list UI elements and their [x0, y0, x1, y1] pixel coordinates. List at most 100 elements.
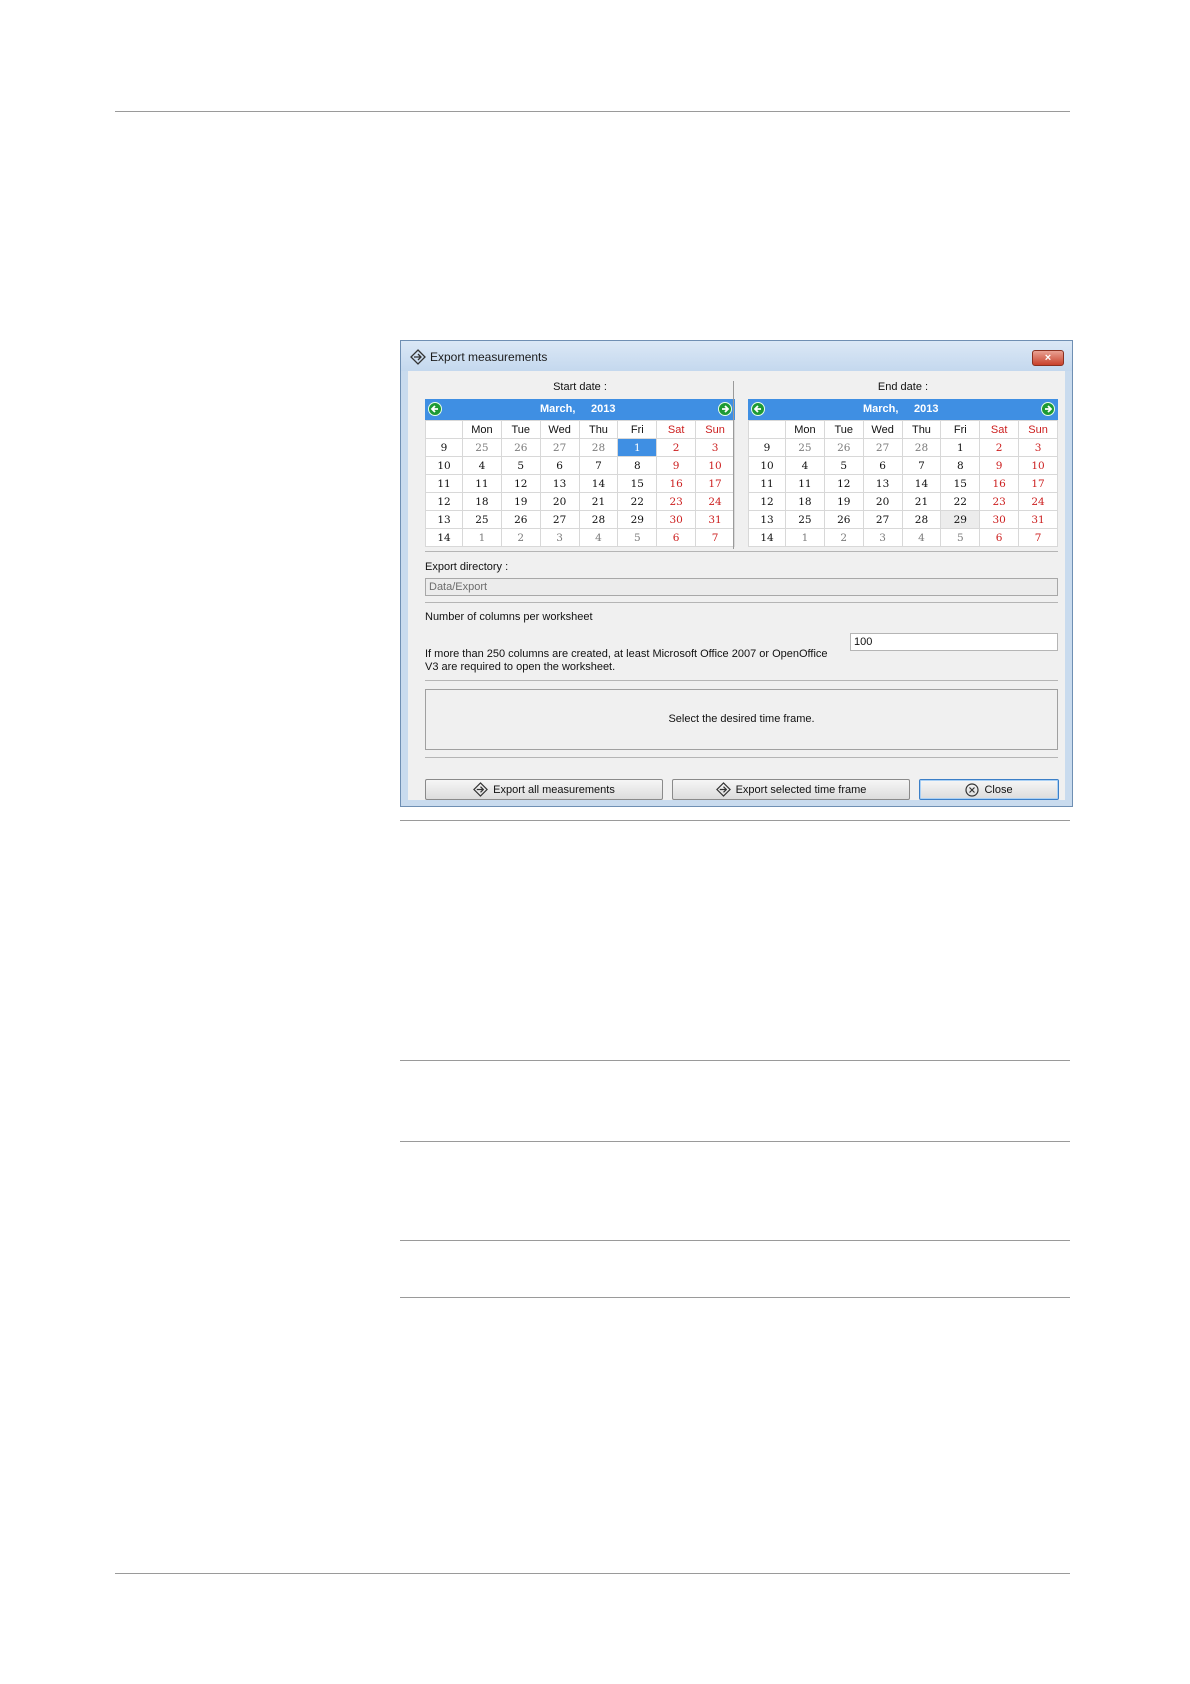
calendar-day[interactable]: 2 — [500, 528, 541, 547]
calendar-day[interactable]: 25 — [462, 510, 502, 529]
calendar-day[interactable]: 3 — [1018, 438, 1058, 457]
calendar-day[interactable]: 28 — [578, 438, 619, 457]
calendar-year[interactable]: 2013 — [914, 403, 938, 415]
calendar-day[interactable]: 15 — [617, 474, 658, 493]
calendar-day[interactable]: 1 — [940, 438, 981, 457]
calendar-day[interactable]: 15 — [940, 474, 981, 493]
prev-month-button[interactable] — [428, 402, 442, 416]
calendar-month[interactable]: March, — [540, 403, 575, 415]
calendar-day[interactable]: 7 — [901, 456, 942, 475]
calendar-month[interactable]: March, — [863, 403, 898, 415]
calendar-day[interactable]: 25 — [785, 438, 825, 457]
calendar-day[interactable]: 23 — [656, 492, 697, 511]
calendar-day[interactable]: 27 — [862, 510, 903, 529]
calendar-day[interactable]: 16 — [656, 474, 697, 493]
calendar-day[interactable]: 1 — [617, 438, 658, 457]
calendar-day[interactable]: 31 — [1018, 510, 1058, 529]
calendar-day[interactable]: 24 — [695, 492, 735, 511]
calendar-day[interactable]: 1 — [785, 528, 825, 547]
calendar-day[interactable]: 6 — [979, 528, 1020, 547]
calendar-day[interactable]: 12 — [823, 474, 864, 493]
calendar-day[interactable]: 17 — [1018, 474, 1058, 493]
calendar-day[interactable]: 19 — [500, 492, 541, 511]
calendar-day[interactable]: 8 — [617, 456, 658, 475]
calendar-day[interactable]: 28 — [901, 438, 942, 457]
calendar-day[interactable]: 5 — [500, 456, 541, 475]
calendar-day[interactable]: 11 — [785, 474, 825, 493]
export-directory-field[interactable]: Data/Export — [425, 578, 1058, 596]
columns-per-worksheet-input[interactable]: 100 — [850, 633, 1058, 651]
calendar-day[interactable]: 26 — [500, 438, 541, 457]
calendar-day[interactable]: 29 — [940, 510, 981, 529]
calendar-day[interactable]: 18 — [462, 492, 502, 511]
calendar-day[interactable]: 3 — [862, 528, 903, 547]
calendar-day[interactable]: 26 — [823, 438, 864, 457]
calendar-day[interactable]: 25 — [785, 510, 825, 529]
calendar-day[interactable]: 8 — [940, 456, 981, 475]
calendar-day[interactable]: 16 — [979, 474, 1020, 493]
calendar-day[interactable]: 27 — [539, 510, 580, 529]
calendar-day[interactable]: 28 — [578, 510, 619, 529]
calendar-day[interactable]: 23 — [979, 492, 1020, 511]
calendar-day[interactable]: 28 — [901, 510, 942, 529]
calendar-day[interactable]: 30 — [656, 510, 697, 529]
export-selected-button[interactable]: Export selected time frame — [672, 779, 910, 800]
calendar-day[interactable]: 21 — [578, 492, 619, 511]
calendar-day[interactable]: 20 — [539, 492, 580, 511]
calendar-day[interactable]: 9 — [656, 456, 697, 475]
calendar-year[interactable]: 2013 — [591, 403, 615, 415]
calendar-day[interactable]: 30 — [979, 510, 1020, 529]
calendar-day[interactable]: 29 — [617, 510, 658, 529]
calendar-day[interactable]: 19 — [823, 492, 864, 511]
calendar-day[interactable]: 2 — [656, 438, 697, 457]
calendar-day[interactable]: 26 — [500, 510, 541, 529]
calendar-day[interactable]: 11 — [462, 474, 502, 493]
calendar-day[interactable]: 12 — [500, 474, 541, 493]
calendar-day[interactable]: 4 — [785, 456, 825, 475]
calendar-day[interactable]: 6 — [862, 456, 903, 475]
calendar-day[interactable]: 5 — [823, 456, 864, 475]
calendar-day[interactable]: 13 — [862, 474, 903, 493]
close-button[interactable]: Close — [919, 779, 1059, 800]
calendar-day[interactable]: 31 — [695, 510, 735, 529]
calendar-day[interactable]: 14 — [901, 474, 942, 493]
calendar-day[interactable]: 24 — [1018, 492, 1058, 511]
export-all-button[interactable]: Export all measurements — [425, 779, 663, 800]
calendar-day[interactable]: 27 — [539, 438, 580, 457]
calendar-day[interactable]: 20 — [862, 492, 903, 511]
calendar-day[interactable]: 5 — [940, 528, 981, 547]
calendar-day[interactable]: 4 — [462, 456, 502, 475]
calendar-day[interactable]: 5 — [617, 528, 658, 547]
calendar-day[interactable]: 25 — [462, 438, 502, 457]
calendar-day[interactable]: 26 — [823, 510, 864, 529]
next-month-button[interactable] — [1041, 402, 1055, 416]
calendar-day[interactable]: 6 — [656, 528, 697, 547]
calendar-day[interactable]: 7 — [578, 456, 619, 475]
columns-note: If more than 250 columns are created, at… — [425, 648, 828, 673]
calendar-day[interactable]: 10 — [695, 456, 735, 475]
calendar-day[interactable]: 17 — [695, 474, 735, 493]
prev-month-button[interactable] — [751, 402, 765, 416]
calendar-day[interactable]: 9 — [979, 456, 1020, 475]
calendar-day[interactable]: 1 — [462, 528, 502, 547]
calendar-day[interactable]: 27 — [862, 438, 903, 457]
title-bar[interactable]: Export measurements × — [401, 341, 1072, 371]
calendar-day[interactable]: 7 — [695, 528, 735, 547]
calendar-day[interactable]: 3 — [539, 528, 580, 547]
calendar-day[interactable]: 7 — [1018, 528, 1058, 547]
next-month-button[interactable] — [718, 402, 732, 416]
calendar-day[interactable]: 3 — [695, 438, 735, 457]
calendar-day[interactable]: 21 — [901, 492, 942, 511]
window-close-button[interactable]: × — [1032, 350, 1064, 366]
calendar-day[interactable]: 2 — [823, 528, 864, 547]
calendar-day[interactable]: 22 — [940, 492, 981, 511]
calendar-day[interactable]: 6 — [539, 456, 580, 475]
calendar-day[interactable]: 4 — [578, 528, 619, 547]
calendar-day[interactable]: 14 — [578, 474, 619, 493]
calendar-day[interactable]: 18 — [785, 492, 825, 511]
calendar-day[interactable]: 4 — [901, 528, 942, 547]
calendar-day[interactable]: 13 — [539, 474, 580, 493]
calendar-day[interactable]: 22 — [617, 492, 658, 511]
calendar-day[interactable]: 2 — [979, 438, 1020, 457]
calendar-day[interactable]: 10 — [1018, 456, 1058, 475]
